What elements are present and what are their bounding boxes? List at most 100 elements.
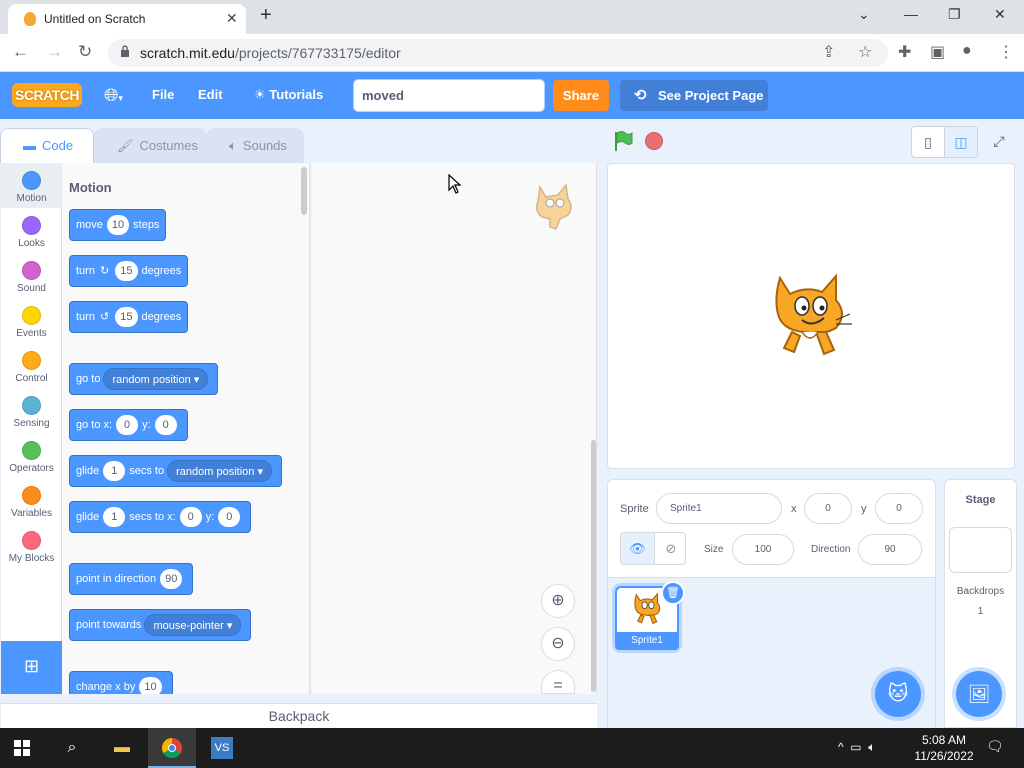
block-dropdown[interactable]: mouse-pointer ▾ — [144, 614, 242, 637]
go-to-block[interactable]: go to random position ▾ — [69, 363, 219, 395]
see-project-page-button[interactable]: ⟲ See Project Page — [620, 80, 768, 111]
minimize-button[interactable]: — — [904, 6, 918, 22]
windows-start-icon[interactable] — [14, 740, 30, 756]
close-window-button[interactable]: ✕ — [994, 6, 1006, 23]
paintbrush-icon: 🖌︎ — [117, 138, 134, 153]
events-color-dot — [22, 306, 41, 325]
block-input[interactable]: 1 — [103, 507, 126, 528]
move-steps-block[interactable]: move 10 steps — [69, 209, 167, 241]
category-looks[interactable]: Looks — [1, 208, 62, 253]
new-tab-button[interactable]: + — [260, 4, 272, 27]
browser-menu-icon[interactable]: ⋮ — [998, 42, 1014, 62]
direction-input[interactable]: 90 — [858, 534, 922, 565]
category-events[interactable]: Events — [1, 298, 62, 343]
bookmark-star-icon[interactable]: ☆ — [858, 42, 872, 62]
visual-studio-icon[interactable]: VS — [198, 728, 246, 768]
fullscreen-button[interactable]: ⤢ — [982, 126, 1016, 158]
tab-costumes[interactable]: 🖌︎ Costumes — [94, 128, 206, 163]
browser-tab[interactable]: Untitled on Scratch ✕ — [8, 4, 246, 34]
category-control[interactable]: Control — [1, 343, 62, 388]
zoom-in-button[interactable]: ⊕ — [541, 584, 575, 618]
hide-eye-icon[interactable]: ⊘ — [654, 533, 685, 564]
scratch-logo[interactable]: SCRATCH — [12, 83, 82, 107]
block-input[interactable]: 1 — [103, 461, 126, 482]
share-page-icon[interactable]: ⇪ — [822, 42, 835, 62]
block-input[interactable]: 10 — [139, 677, 162, 694]
choose-sprite-button[interactable]: 🐱︎ — [875, 671, 921, 717]
search-icon[interactable]: ⌕ — [48, 728, 96, 768]
category-sound[interactable]: Sound — [1, 253, 62, 298]
clock-date: 11/26/2022 — [914, 749, 974, 763]
block-input[interactable]: 15 — [115, 261, 138, 282]
change-x-block[interactable]: change x by 10 — [69, 671, 173, 694]
system-tray-icons[interactable]: ^ ▭ 🔈︎ — [838, 740, 876, 755]
y-input[interactable]: 0 — [875, 493, 923, 524]
point-towards-block[interactable]: point towards mouse-pointer ▾ — [69, 609, 252, 641]
delete-sprite-button[interactable]: 🗑︎ — [661, 581, 685, 605]
size-input[interactable]: 100 — [732, 534, 794, 565]
extensions-puzzle-icon[interactable]: ✚ — [898, 42, 911, 62]
stop-button[interactable] — [645, 132, 663, 150]
tab-search-chevron-icon[interactable]: ⌄ — [858, 6, 870, 23]
category-operators[interactable]: Operators — [1, 433, 62, 478]
tutorials-menu[interactable]: ☀︎ Tutorials — [254, 87, 323, 103]
zoom-out-button[interactable]: ⊖ — [541, 627, 575, 661]
small-stage-button[interactable]: ▯ — [911, 126, 945, 158]
profile-icon[interactable]: ● — [962, 42, 972, 60]
block-input[interactable]: 0 — [154, 415, 177, 436]
forward-arrow-icon[interactable]: → — [46, 42, 63, 62]
glide-to-block[interactable]: glide 1 secs to random position ▾ — [69, 455, 282, 487]
add-extension-button[interactable]: ⊞ — [1, 641, 62, 694]
category-variables[interactable]: Variables — [1, 478, 62, 523]
taskbar-clock[interactable]: 5:08 AM 11/26/2022 — [912, 732, 976, 764]
block-input[interactable]: 15 — [115, 307, 138, 328]
block-input[interactable]: 10 — [106, 215, 130, 236]
url-text: scratch.mit.edu/projects/767733175/edito… — [140, 45, 401, 61]
file-menu[interactable]: File — [152, 87, 174, 102]
block-dropdown[interactable]: random position ▾ — [167, 460, 272, 483]
category-sensing[interactable]: Sensing — [1, 388, 62, 433]
tab-sounds[interactable]: 🔈︎ Sounds — [206, 128, 304, 163]
tab-code[interactable]: ▬ Code — [0, 128, 94, 163]
choose-backdrop-button[interactable]: 🖼︎ — [956, 671, 1002, 717]
image-add-icon: 🖼︎ — [967, 684, 991, 704]
turn-right-block[interactable]: turn ↻ 15 degrees — [69, 255, 189, 287]
reload-icon[interactable]: ↻ — [78, 42, 92, 62]
project-title-input[interactable]: moved — [353, 79, 545, 112]
edit-menu[interactable]: Edit — [198, 87, 223, 102]
share-button[interactable]: Share — [553, 80, 609, 111]
my-blocks-color-dot — [22, 531, 41, 550]
green-flag-icon[interactable] — [612, 130, 634, 152]
block-input[interactable]: 0 — [179, 507, 202, 528]
chrome-icon[interactable] — [148, 728, 196, 768]
go-to-xy-block[interactable]: go to x: 0 y: 0 — [69, 409, 188, 441]
language-globe-icon[interactable]: 🌐︎▾ — [104, 85, 123, 106]
glide-to-xy-block[interactable]: glide 1 secs to x: 0 y: 0 — [69, 501, 252, 533]
category-motion[interactable]: Motion — [1, 163, 62, 208]
stage-canvas[interactable] — [607, 163, 1015, 469]
address-bar[interactable]: scratch.mit.edu/projects/767733175/edito… — [108, 39, 888, 67]
side-panel-icon[interactable]: ▣ — [930, 42, 945, 62]
mouse-cursor-icon — [448, 174, 462, 194]
block-dropdown[interactable]: random position ▾ — [103, 368, 209, 391]
workspace-scrollbar[interactable] — [591, 440, 596, 692]
normal-stage-button[interactable]: ◫ — [944, 126, 978, 158]
close-tab-icon[interactable]: ✕ — [226, 10, 238, 27]
point-in-direction-block[interactable]: point in direction 90 — [69, 563, 194, 595]
backpack-bar[interactable]: Backpack — [1, 703, 597, 728]
category-my-blocks[interactable]: My Blocks — [1, 523, 62, 568]
block-input[interactable]: 0 — [116, 415, 139, 436]
x-input[interactable]: 0 — [804, 493, 852, 524]
back-arrow-icon[interactable]: ← — [12, 42, 29, 62]
show-eye-icon[interactable]: 👁︎ — [621, 533, 654, 564]
notifications-icon[interactable]: 🗨︎ — [986, 738, 1004, 755]
sprite-name-input[interactable]: Sprite1 — [656, 493, 782, 524]
scratch-cat-sprite[interactable] — [766, 270, 856, 362]
maximize-button[interactable]: ❐ — [948, 6, 961, 23]
sprite-thumbnail — [634, 592, 661, 625]
palette-scrollbar[interactable] — [301, 167, 307, 215]
turn-left-block[interactable]: turn ↺ 15 degrees — [69, 301, 189, 333]
file-explorer-icon[interactable]: ▬ — [98, 728, 146, 768]
block-input[interactable]: 90 — [160, 569, 183, 590]
block-input[interactable]: 0 — [218, 507, 241, 528]
